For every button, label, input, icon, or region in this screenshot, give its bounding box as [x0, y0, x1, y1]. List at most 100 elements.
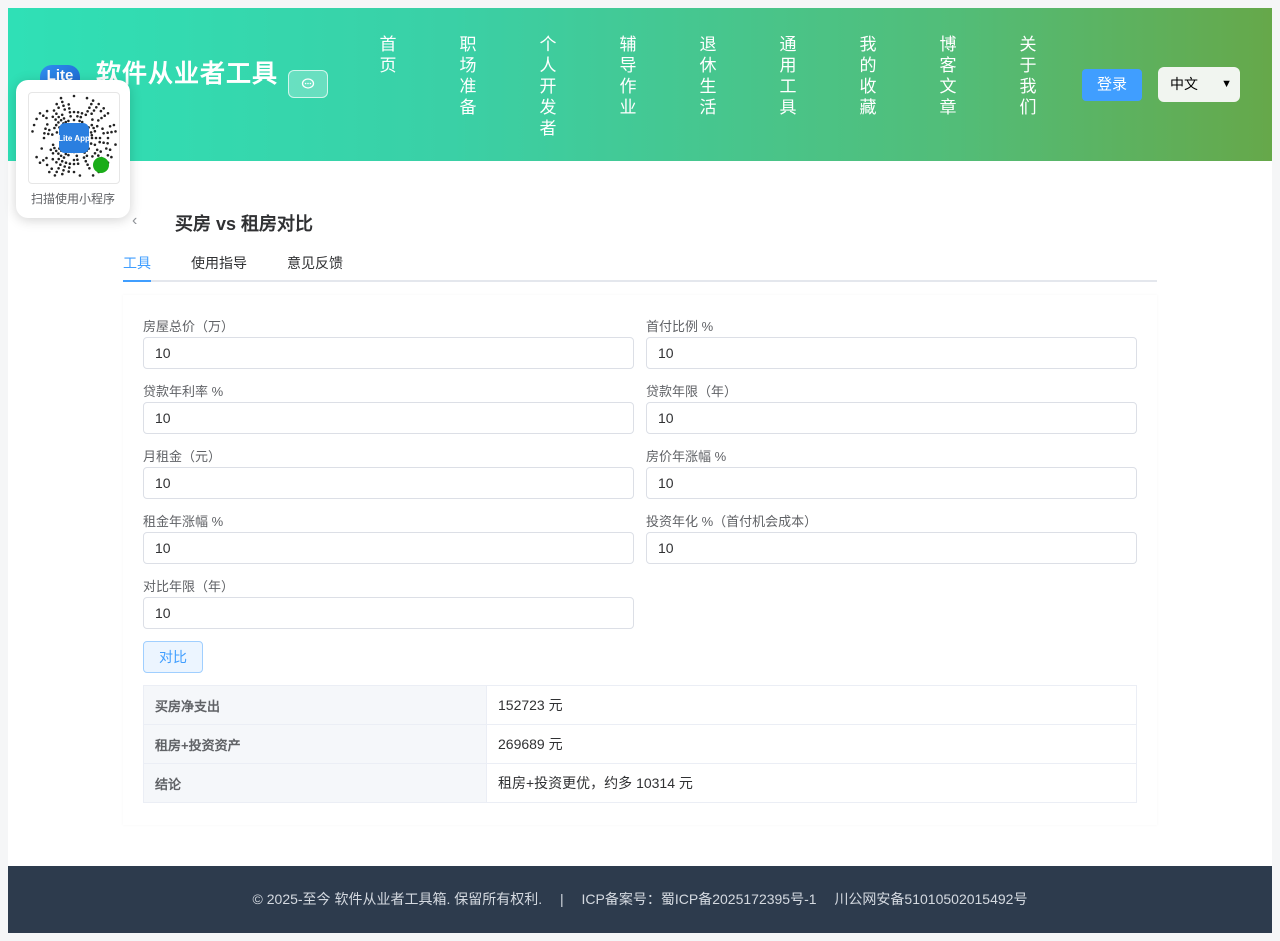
language-select[interactable]: 中文 ▼: [1158, 67, 1240, 102]
qr-dot: [84, 159, 88, 163]
qr-dot: [42, 136, 46, 140]
qr-dot: [55, 102, 58, 106]
qr-dot: [108, 125, 112, 128]
field-label: 房屋总价（万）: [143, 319, 235, 334]
field-input[interactable]: 10: [143, 532, 634, 564]
field-label: 贷款年限（年）: [646, 384, 738, 399]
qr-code[interactable]: Lite App: [28, 92, 120, 184]
qr-dot: [98, 136, 102, 140]
qr-dot: [90, 102, 93, 106]
result-row: 买房净支出 152723 元: [143, 685, 1137, 725]
qr-dot: [76, 162, 80, 165]
qr-dot: [97, 154, 100, 157]
qr-dot: [102, 141, 105, 144]
nav-item-3[interactable]: 个人开发者: [538, 34, 558, 139]
qr-dot: [91, 174, 95, 177]
qr-dot: [90, 123, 94, 127]
qr-dot: [90, 133, 94, 137]
qr-dot: [89, 131, 93, 134]
qr-dot: [62, 156, 66, 159]
nav-item-9[interactable]: 关于我们: [1018, 34, 1038, 118]
compare-button[interactable]: 对比: [143, 641, 203, 673]
qr-dot: [63, 108, 66, 111]
tab-feedback[interactable]: 意见反馈: [287, 253, 343, 280]
field-input[interactable]: 10: [646, 337, 1137, 369]
chat-icon: [301, 78, 315, 89]
nav-item-4[interactable]: 辅导作业: [618, 34, 638, 118]
field-input[interactable]: 10: [143, 402, 634, 434]
field-label: 房价年涨幅 %: [646, 449, 727, 464]
qr-dot: [106, 154, 110, 157]
qr-dot: [57, 106, 60, 109]
tab-tool[interactable]: 工具: [123, 253, 151, 282]
qr-dot: [110, 130, 113, 134]
qr-code-image: Lite App: [31, 94, 117, 177]
nav-item-5[interactable]: 退休生活: [698, 34, 718, 118]
field-input[interactable]: 10: [646, 532, 1137, 564]
qr-dot: [52, 109, 56, 112]
qr-dot: [97, 119, 100, 122]
qr-dot: [38, 112, 42, 115]
qr-dot: [62, 169, 65, 172]
qr-dot: [60, 159, 64, 163]
chat-button[interactable]: [288, 70, 328, 98]
back-icon[interactable]: ‹: [132, 212, 137, 230]
nav-item-2[interactable]: 职场准备: [458, 34, 478, 118]
qr-dot: [48, 170, 51, 174]
qr-dot: [102, 107, 105, 110]
qr-dot: [59, 118, 63, 122]
qr-dot: [62, 117, 66, 120]
qr-dot: [78, 119, 81, 123]
nav-item-6[interactable]: 通用工具: [778, 34, 798, 118]
qr-dot: [88, 106, 91, 109]
police-link[interactable]: 川公网安备51010502015492号: [834, 891, 1027, 907]
qr-dot: [93, 129, 97, 133]
result-row: 租房+投资资产 269689 元: [143, 724, 1137, 764]
field-input[interactable]: 10: [646, 402, 1137, 434]
field-input[interactable]: 10: [143, 337, 634, 369]
qr-dot: [64, 120, 68, 124]
qr-dot: [95, 148, 99, 152]
qr-dot: [90, 136, 94, 140]
qr-dot: [88, 167, 91, 170]
qr-dot: [67, 119, 70, 123]
qr-dot: [106, 136, 110, 140]
field-input[interactable]: 10: [143, 597, 634, 629]
result-value: 269689 元: [486, 724, 1137, 764]
qr-dot: [82, 156, 86, 159]
qr-dot: [100, 116, 103, 120]
chevron-down-icon: ▼: [1221, 78, 1232, 90]
qr-dot: [51, 115, 55, 119]
field-input[interactable]: 10: [143, 467, 634, 499]
qr-dot: [91, 155, 94, 158]
qr-dot: [72, 158, 76, 162]
qr-dot: [99, 109, 103, 113]
qr-dot: [95, 106, 98, 109]
result-key: 买房净支出: [143, 685, 487, 725]
qr-dot: [53, 126, 56, 130]
tab-bar: 工具 使用指导 意见反馈: [123, 253, 1157, 282]
qr-dot: [51, 157, 55, 161]
qr-dot: [49, 148, 53, 152]
qr-dot: [48, 128, 51, 132]
qr-dot: [67, 170, 70, 173]
login-button[interactable]: 登录: [1082, 69, 1142, 101]
qr-dot: [97, 102, 100, 106]
result-key: 租房+投资资产: [143, 724, 487, 764]
icp-link[interactable]: ICP备案号：蜀ICP备2025172395号-1: [582, 891, 817, 907]
header: Lite 软件从业者工具 首页 职场准备 个人开发者 辅导作业 退休生活 通用工具 我的收藏…: [8, 8, 1272, 161]
qr-dot: [99, 150, 102, 153]
nav-item-7[interactable]: 我的收藏: [858, 34, 878, 118]
qr-dot: [76, 111, 80, 114]
tab-guide[interactable]: 使用指导: [191, 253, 247, 280]
field-input[interactable]: 10: [646, 467, 1137, 499]
nav-item-1[interactable]: 首页: [378, 34, 398, 76]
result-key: 结论: [143, 763, 487, 803]
qr-dot: [45, 116, 48, 120]
qr-dot: [46, 123, 49, 126]
qr-dot: [35, 117, 38, 121]
qr-dot: [94, 136, 98, 140]
qr-dot: [67, 153, 70, 157]
qr-dot: [45, 163, 49, 167]
nav-item-8[interactable]: 博客文章: [938, 34, 958, 118]
